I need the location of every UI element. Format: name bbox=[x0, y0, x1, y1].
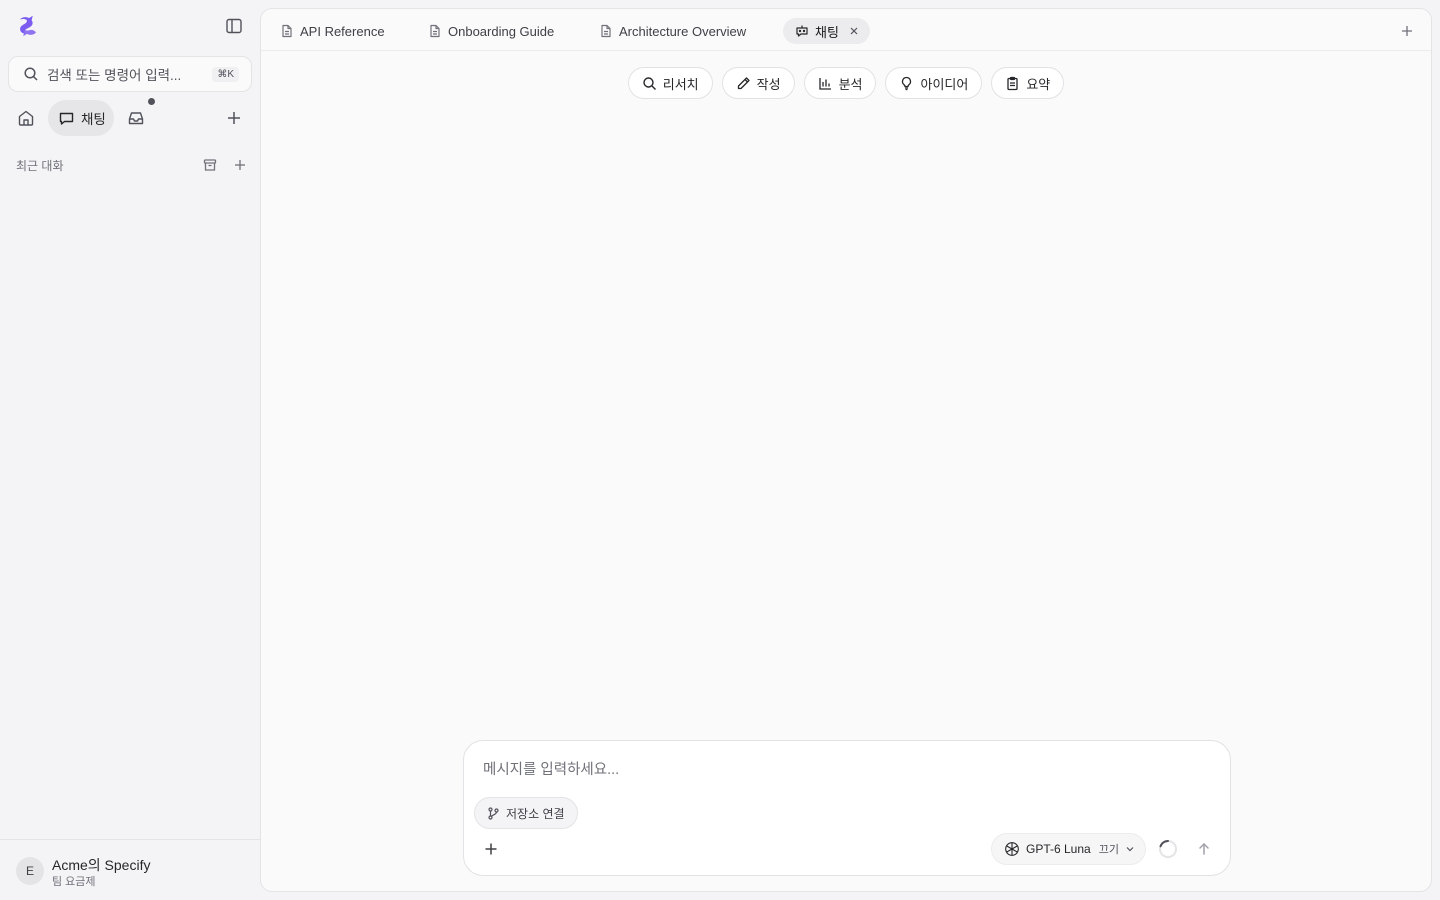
search-placeholder: 검색 또는 명령어 입력... bbox=[47, 68, 182, 83]
quick-action-ideas[interactable]: 아이디어 bbox=[885, 67, 983, 99]
message-input[interactable] bbox=[483, 759, 1203, 781]
model-mode: 끄기 bbox=[1098, 844, 1119, 856]
lightbulb-icon bbox=[899, 76, 914, 91]
message-composer: 저장소 연결 GPT-6 Luna 끄기 bbox=[463, 740, 1231, 876]
inbox-unread-dot bbox=[148, 98, 155, 105]
quick-action-research[interactable]: 리서치 bbox=[627, 67, 713, 99]
quick-action-label: 리서치 bbox=[662, 76, 699, 92]
quick-actions: 리서치 작성 분석 아이디어 요약 bbox=[261, 67, 1431, 99]
search-input[interactable]: 검색 또는 명령어 입력... ⌘K bbox=[8, 56, 252, 92]
tab-api-reference[interactable]: API Reference bbox=[280, 18, 385, 44]
tab-label: Architecture Overview bbox=[619, 23, 747, 39]
send-arrow-icon[interactable] bbox=[1196, 841, 1212, 857]
model-name: GPT-6 Luna bbox=[1026, 842, 1091, 856]
document-icon bbox=[428, 24, 442, 38]
sidebar-item-chat[interactable]: 채팅 bbox=[48, 100, 114, 136]
new-conversation-button[interactable] bbox=[233, 158, 247, 172]
inbox-icon[interactable] bbox=[127, 109, 145, 127]
search-icon bbox=[23, 66, 39, 82]
archive-icon[interactable] bbox=[203, 158, 217, 172]
sidebar-toggle-icon[interactable] bbox=[224, 16, 244, 36]
workspace-name: Acme의 Specify bbox=[52, 857, 151, 873]
tab-bar: API Reference Onboarding Guide Architect… bbox=[261, 9, 1431, 51]
document-icon bbox=[599, 24, 613, 38]
workspace-plan: 팀 요금제 bbox=[52, 876, 96, 888]
clipboard-icon bbox=[1005, 76, 1020, 91]
quick-action-label: 요약 bbox=[1026, 76, 1051, 92]
document-icon bbox=[280, 24, 294, 38]
sidebar-nav: 채팅 bbox=[8, 98, 252, 136]
close-icon[interactable] bbox=[848, 25, 860, 37]
specify-logo-icon[interactable] bbox=[16, 14, 40, 38]
connect-repository-button[interactable]: 저장소 연결 bbox=[474, 797, 578, 829]
sidebar-item-label: 채팅 bbox=[81, 112, 106, 127]
recent-conversations-heading: 최근 대화 bbox=[16, 159, 64, 173]
loading-spinner-icon bbox=[1158, 839, 1178, 859]
attach-plus-icon[interactable] bbox=[483, 841, 499, 857]
search-icon bbox=[642, 76, 657, 91]
bar-chart-icon bbox=[818, 76, 833, 91]
bot-icon bbox=[795, 24, 809, 38]
quick-action-label: 아이디어 bbox=[920, 76, 969, 92]
tab-architecture-overview[interactable]: Architecture Overview bbox=[599, 18, 746, 44]
connect-repository-label: 저장소 연결 bbox=[506, 806, 565, 821]
quick-action-summarize[interactable]: 요약 bbox=[991, 67, 1065, 99]
search-shortcut-badge: ⌘K bbox=[212, 66, 239, 82]
home-icon[interactable] bbox=[16, 108, 36, 128]
tab-label: API Reference bbox=[300, 23, 385, 39]
git-branch-icon bbox=[487, 806, 500, 820]
quick-action-label: 작성 bbox=[756, 76, 781, 92]
quick-action-write[interactable]: 작성 bbox=[721, 67, 795, 99]
quick-action-label: 분석 bbox=[838, 76, 863, 92]
openai-icon bbox=[1004, 841, 1020, 857]
new-item-button[interactable] bbox=[225, 109, 243, 127]
avatar: E bbox=[16, 857, 44, 885]
new-tab-button[interactable] bbox=[1400, 24, 1414, 38]
tab-label: 채팅 bbox=[815, 24, 839, 40]
pencil-icon bbox=[736, 76, 751, 91]
model-selector[interactable]: GPT-6 Luna 끄기 bbox=[991, 833, 1146, 865]
tab-chat[interactable]: 채팅 bbox=[783, 18, 870, 44]
main-panel: API Reference Onboarding Guide Architect… bbox=[260, 8, 1432, 892]
workspace-switcher[interactable]: E Acme의 Specify 팀 요금제 bbox=[0, 839, 260, 900]
chevron-down-icon bbox=[1125, 844, 1135, 854]
sidebar: 검색 또는 명령어 입력... ⌘K 채팅 최근 대화 E Acme의 Spec… bbox=[0, 0, 260, 900]
chat-bubble-icon bbox=[58, 110, 75, 127]
quick-action-analyze[interactable]: 분석 bbox=[803, 67, 877, 99]
tab-label: Onboarding Guide bbox=[448, 23, 555, 39]
tab-onboarding-guide[interactable]: Onboarding Guide bbox=[428, 18, 554, 44]
